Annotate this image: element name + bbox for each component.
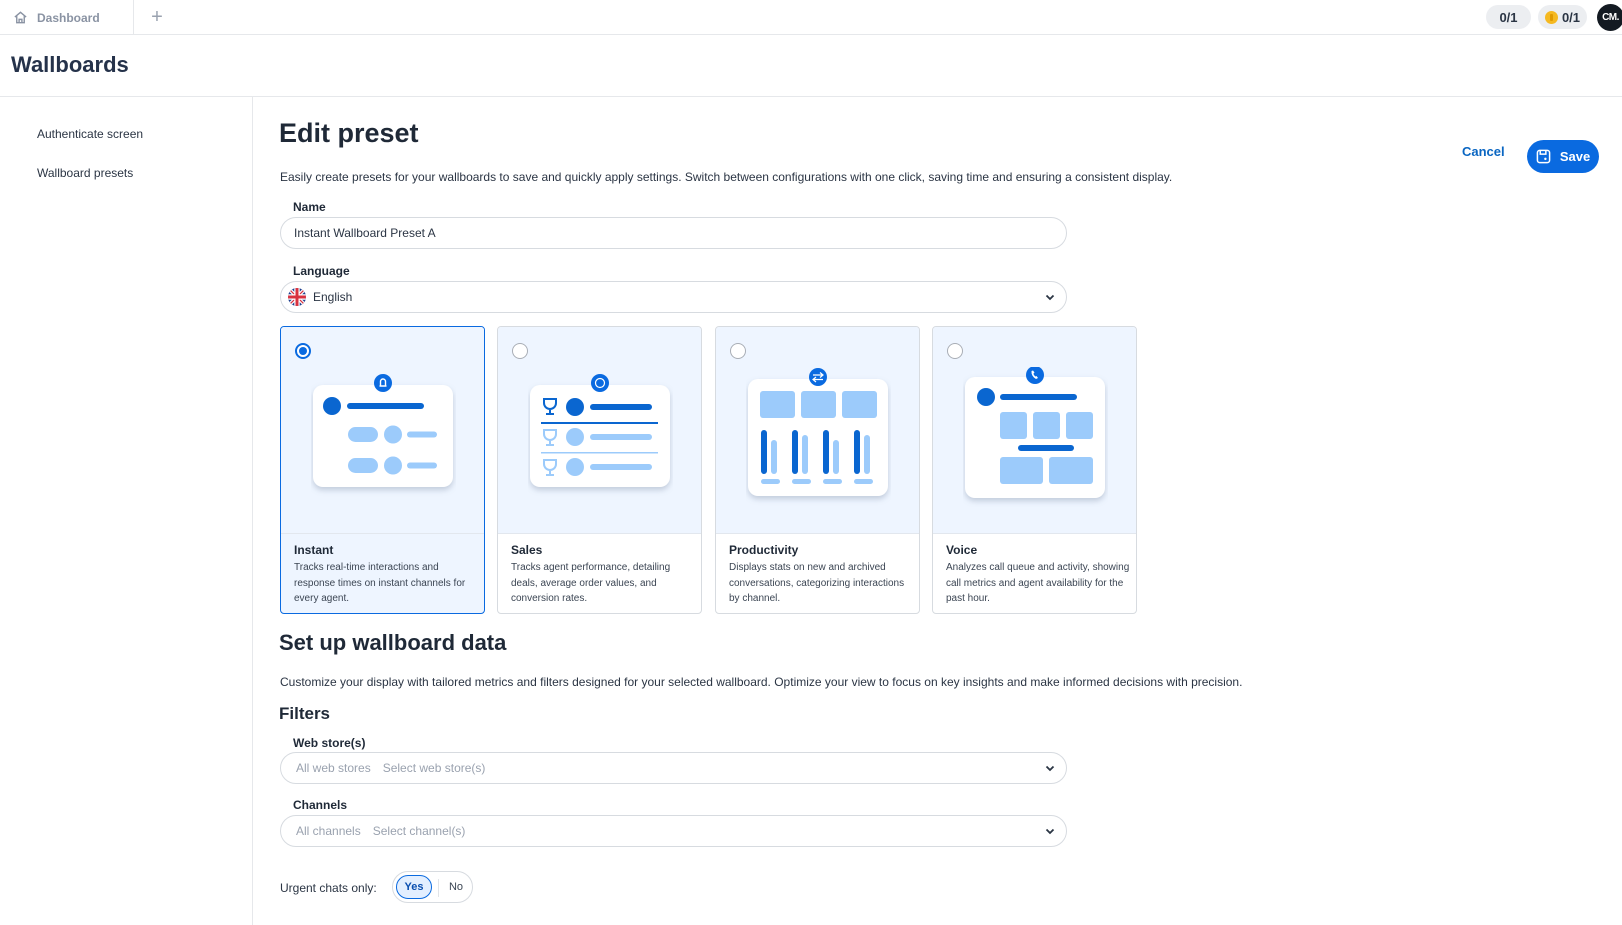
cancel-button[interactable]: Cancel xyxy=(1462,144,1505,159)
edit-preset-description: Easily create presets for your wallboard… xyxy=(280,170,1173,184)
chevron-down-icon xyxy=(1045,828,1055,835)
preset-title: Productivity xyxy=(729,543,799,557)
voice-illustration xyxy=(965,367,1105,498)
urgent-chats-toggle: Yes No xyxy=(392,871,473,903)
preset-title: Voice xyxy=(946,543,978,557)
preset-card-instant[interactable]: Instant Tracks real-time interactions an… xyxy=(280,326,485,614)
counter-value: 0/1 xyxy=(1561,9,1581,25)
web-stores-value: All web stores xyxy=(296,761,371,775)
preset-title: Sales xyxy=(511,543,543,557)
top-bar: Dashboard + 0/1 0/1 CM. xyxy=(0,0,1622,35)
setup-description: Customize your display with tailored met… xyxy=(280,675,1243,689)
preset-card-productivity[interactable]: Productivity Displays stats on new and a… xyxy=(715,326,920,614)
preset-description: Analyzes call queue and activity, showin… xyxy=(946,562,1130,604)
preset-radio[interactable] xyxy=(295,343,311,359)
channels-select[interactable]: All channels Select channel(s) xyxy=(280,815,1067,847)
conversation-counter[interactable]: 0/1 xyxy=(1486,5,1531,29)
preset-description: Displays stats on new and archived conve… xyxy=(729,562,905,604)
urgent-yes-option[interactable]: Yes xyxy=(396,875,432,899)
name-value: Instant Wallboard Preset A xyxy=(294,226,436,240)
sidebar-item-wallboard-presets[interactable]: Wallboard presets xyxy=(37,166,133,180)
uk-flag-icon xyxy=(288,288,306,306)
productivity-illustration xyxy=(748,368,888,496)
preset-radio[interactable] xyxy=(512,343,528,359)
name-input[interactable]: Instant Wallboard Preset A xyxy=(280,217,1067,249)
language-value: English xyxy=(313,290,353,304)
preset-card-voice[interactable]: Voice Analyzes call queue and activity, … xyxy=(932,326,1137,614)
instant-illustration xyxy=(313,374,453,487)
channels-placeholder: Select channel(s) xyxy=(372,824,466,838)
voice-status-icon xyxy=(1544,10,1558,24)
save-label: Save xyxy=(1559,149,1591,164)
preset-description: Tracks real-time interactions and respon… xyxy=(294,562,466,604)
urgent-chats-label: Urgent chats only: xyxy=(280,881,377,895)
add-tab-button[interactable]: + xyxy=(146,6,168,28)
language-select[interactable]: English xyxy=(280,281,1067,313)
web-stores-placeholder: Select web store(s) xyxy=(382,761,486,775)
preset-card-sales[interactable]: Sales Tracks agent performance, detailin… xyxy=(497,326,702,614)
chevron-down-icon xyxy=(1045,765,1055,772)
filters-title: Filters xyxy=(279,704,331,723)
avatar[interactable]: CM. xyxy=(1597,4,1622,31)
save-button[interactable]: Save xyxy=(1527,140,1599,173)
save-icon xyxy=(1536,149,1551,164)
channels-value: All channels xyxy=(296,824,361,838)
sidebar: Authenticate screen Wallboard presets xyxy=(0,97,253,925)
preset-title: Instant xyxy=(294,543,334,557)
voice-counter[interactable]: 0/1 xyxy=(1538,5,1587,29)
counter-value: 0/1 xyxy=(1499,9,1518,25)
web-stores-label: Web store(s) xyxy=(293,736,366,750)
web-stores-select[interactable]: All web stores Select web store(s) xyxy=(280,752,1067,784)
preset-radio[interactable] xyxy=(730,343,746,359)
home-icon xyxy=(14,11,27,24)
page-title: Wallboards xyxy=(11,52,129,77)
setup-title: Set up wallboard data xyxy=(279,630,507,655)
channels-label: Channels xyxy=(293,798,348,812)
sidebar-item-authenticate-screen[interactable]: Authenticate screen xyxy=(37,127,143,141)
name-label: Name xyxy=(293,200,326,214)
urgent-no-option[interactable]: No xyxy=(442,875,470,899)
preset-radio[interactable] xyxy=(947,343,963,359)
edit-preset-title: Edit preset xyxy=(279,118,419,148)
tab-dashboard[interactable]: Dashboard xyxy=(0,0,134,35)
language-label: Language xyxy=(293,264,350,278)
preset-description: Tracks agent performance, detailing deal… xyxy=(511,562,671,604)
chevron-down-icon xyxy=(1045,294,1055,301)
sales-illustration xyxy=(530,374,670,487)
tab-dashboard-label: Dashboard xyxy=(37,10,100,25)
toggle-divider xyxy=(438,879,439,897)
